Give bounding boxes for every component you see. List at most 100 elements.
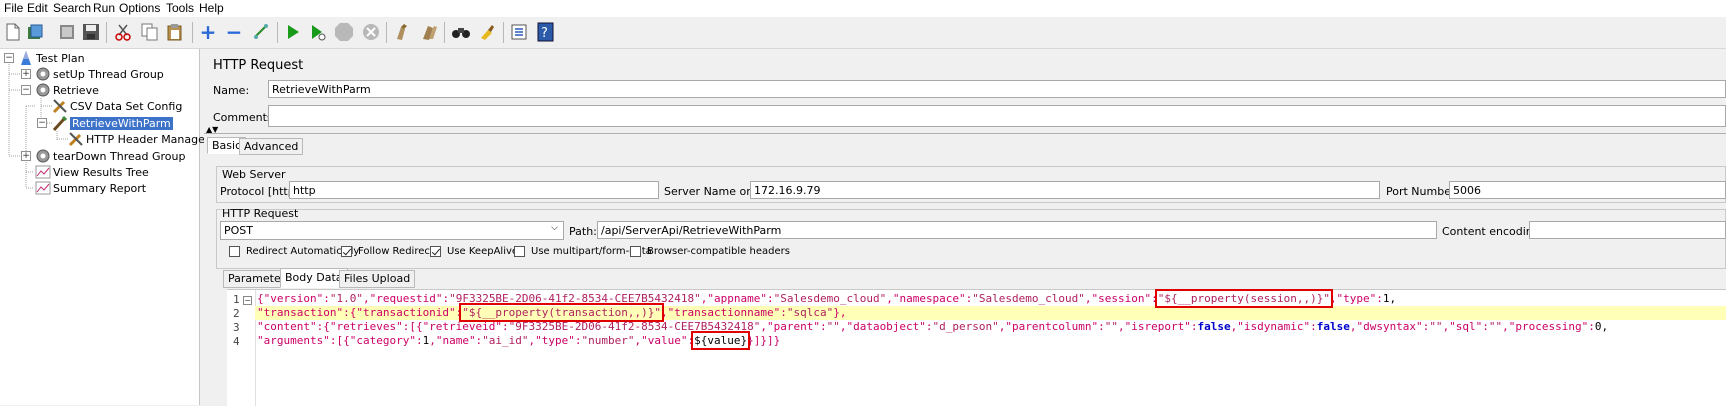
browser-compatible-headers-checkbox[interactable]: Browser-compatible headers bbox=[630, 246, 790, 257]
tree-item-label: RetrieveWithParm bbox=[70, 116, 173, 130]
encoding-field[interactable] bbox=[1529, 221, 1726, 239]
collapse-icon[interactable]: − bbox=[224, 22, 244, 42]
checkbox-label: Follow Redirects bbox=[358, 246, 439, 257]
json-key: "arguments":[{"category": bbox=[257, 334, 423, 347]
wrench-icon bbox=[52, 98, 68, 114]
json-string: "number" bbox=[581, 334, 635, 347]
json-key: ,"dataobject": bbox=[839, 320, 933, 333]
tree-item-summary-report[interactable]: Summary Report bbox=[35, 180, 146, 196]
body-data-editor[interactable]: 1 2 3 4 − {"version":"1.0","requestid":"… bbox=[227, 289, 1726, 406]
highlighted-value-variable: ${value} bbox=[691, 331, 751, 350]
checkbox-box bbox=[514, 246, 525, 257]
menu-help[interactable]: Help bbox=[199, 1, 224, 15]
tree-item-label: View Results Tree bbox=[53, 165, 149, 179]
tree-item-setup-thread-group[interactable]: setUp Thread Group bbox=[35, 66, 164, 82]
tree-item-retrieve[interactable]: Retrieve bbox=[35, 82, 99, 98]
gear-icon bbox=[35, 66, 51, 82]
tree-item-http-header-manager[interactable]: HTTP Header Manager bbox=[68, 131, 209, 147]
open-icon[interactable] bbox=[57, 22, 77, 42]
tab-advanced[interactable]: Advanced bbox=[239, 138, 304, 155]
expand-icon[interactable]: + bbox=[198, 22, 218, 42]
help-icon[interactable]: ? bbox=[536, 22, 556, 42]
collapse-toggle[interactable]: − bbox=[21, 85, 31, 95]
expand-toggle[interactable]: + bbox=[21, 151, 31, 161]
stop-icon[interactable] bbox=[334, 22, 354, 42]
json-key: "content":{"retrieves":[{"retrieveid": bbox=[257, 320, 509, 333]
test-plan-tree: − Test Plan + setUp Thread Group − Retri… bbox=[0, 49, 209, 405]
tree-item-retrievewithparm[interactable]: RetrieveWithParm bbox=[52, 115, 173, 132]
json-key: ,"session": bbox=[1084, 292, 1158, 305]
menu-run[interactable]: Run bbox=[93, 1, 115, 15]
tree-item-view-results-tree[interactable]: View Results Tree bbox=[35, 164, 149, 180]
tree-item-test-plan[interactable]: Test Plan bbox=[18, 50, 85, 66]
gear-icon bbox=[35, 82, 51, 98]
reset-search-icon[interactable] bbox=[477, 22, 497, 42]
json-string: "1.0" bbox=[329, 292, 363, 305]
function-helper-icon[interactable] bbox=[509, 22, 529, 42]
line-number: 2 bbox=[233, 307, 240, 320]
tree-item-label: tearDown Thread Group bbox=[53, 149, 186, 163]
name-label: Name: bbox=[213, 84, 250, 97]
toggle-icon[interactable] bbox=[251, 22, 271, 42]
collapse-toggle[interactable]: − bbox=[4, 53, 14, 63]
templates-icon[interactable] bbox=[25, 22, 45, 42]
menu-search[interactable]: Search bbox=[53, 1, 91, 15]
copy-icon[interactable] bbox=[140, 22, 160, 42]
menu-options[interactable]: Options bbox=[119, 1, 160, 15]
menu-file[interactable]: File bbox=[4, 1, 23, 15]
checkbox-label: Use KeepAlive bbox=[447, 246, 519, 257]
json-string: "d_person" bbox=[932, 320, 999, 333]
json-string: "ai_id" bbox=[482, 334, 529, 347]
clear-all-icon[interactable] bbox=[419, 22, 439, 42]
server-field[interactable]: 172.16.9.79 bbox=[750, 181, 1380, 199]
tree-item-teardown-thread-group[interactable]: tearDown Thread Group bbox=[35, 148, 185, 164]
cut-icon[interactable] bbox=[113, 22, 133, 42]
code-line-3: "content":{"retrieves":[{"retrieveid":"9… bbox=[257, 320, 1608, 334]
follow-redirects-checkbox[interactable]: Follow Redirects bbox=[341, 246, 439, 257]
redirect-automatically-checkbox[interactable]: Redirect Automatically bbox=[229, 246, 359, 257]
menu-edit[interactable]: Edit bbox=[27, 1, 48, 15]
chart-icon bbox=[35, 180, 51, 196]
json-string: "9F3325BE-2D06-41f2-8534-CEE7B5432418" bbox=[449, 292, 701, 305]
test-plan-icon bbox=[18, 50, 34, 66]
fold-toggle[interactable]: − bbox=[243, 296, 252, 305]
menu-tools[interactable]: Tools bbox=[166, 1, 194, 15]
json-key: "transaction":{"transactionid": bbox=[257, 306, 463, 319]
method-select[interactable]: POST ⌵ bbox=[220, 221, 564, 240]
port-field[interactable]: 5006 bbox=[1449, 181, 1726, 199]
tab-body-data[interactable]: Body Data bbox=[280, 268, 348, 288]
path-field[interactable]: /api/ServerApi/RetrieveWithParm bbox=[597, 221, 1437, 239]
start-no-pause-icon[interactable] bbox=[308, 22, 328, 42]
pipette-icon bbox=[52, 115, 68, 132]
json-key: ,"namespace": bbox=[886, 292, 973, 305]
checkbox-label: Browser-compatible headers bbox=[647, 246, 790, 257]
line-number-gutter: 1 2 3 4 − bbox=[227, 290, 256, 406]
tree-item-label: HTTP Header Manager bbox=[86, 132, 210, 146]
json-punct: }]}]} bbox=[747, 334, 781, 347]
web-server-legend: Web Server bbox=[222, 168, 286, 181]
wrench-icon bbox=[68, 131, 84, 147]
json-string: "sqlca" bbox=[786, 306, 834, 319]
paste-icon[interactable] bbox=[165, 22, 185, 42]
json-key: ,"parentcolumn": bbox=[998, 320, 1105, 333]
collapse-toggle[interactable]: − bbox=[37, 118, 47, 128]
shutdown-icon[interactable] bbox=[361, 22, 381, 42]
json-boolean: false bbox=[1197, 320, 1231, 333]
chart-icon bbox=[35, 164, 51, 180]
json-number: 1, bbox=[1382, 292, 1397, 305]
comments-field[interactable] bbox=[268, 105, 1726, 127]
json-key: ,"transactionname": bbox=[661, 306, 787, 319]
new-icon[interactable] bbox=[3, 22, 23, 42]
menu-bar: File Edit Search Run Options Tools Help bbox=[0, 0, 1726, 17]
save-icon[interactable] bbox=[81, 22, 101, 42]
search-icon[interactable] bbox=[451, 22, 471, 42]
tree-item-csv-data-set-config[interactable]: CSV Data Set Config bbox=[52, 98, 182, 114]
expand-toggle[interactable]: + bbox=[21, 69, 31, 79]
use-keepalive-checkbox[interactable]: Use KeepAlive bbox=[430, 246, 518, 257]
start-icon[interactable] bbox=[283, 22, 303, 42]
protocol-field[interactable]: http bbox=[289, 181, 659, 199]
name-field[interactable]: RetrieveWithParm bbox=[268, 80, 1726, 98]
json-string: "" bbox=[826, 320, 840, 333]
clear-icon[interactable] bbox=[392, 22, 412, 42]
tab-files-upload[interactable]: Files Upload bbox=[339, 270, 416, 288]
